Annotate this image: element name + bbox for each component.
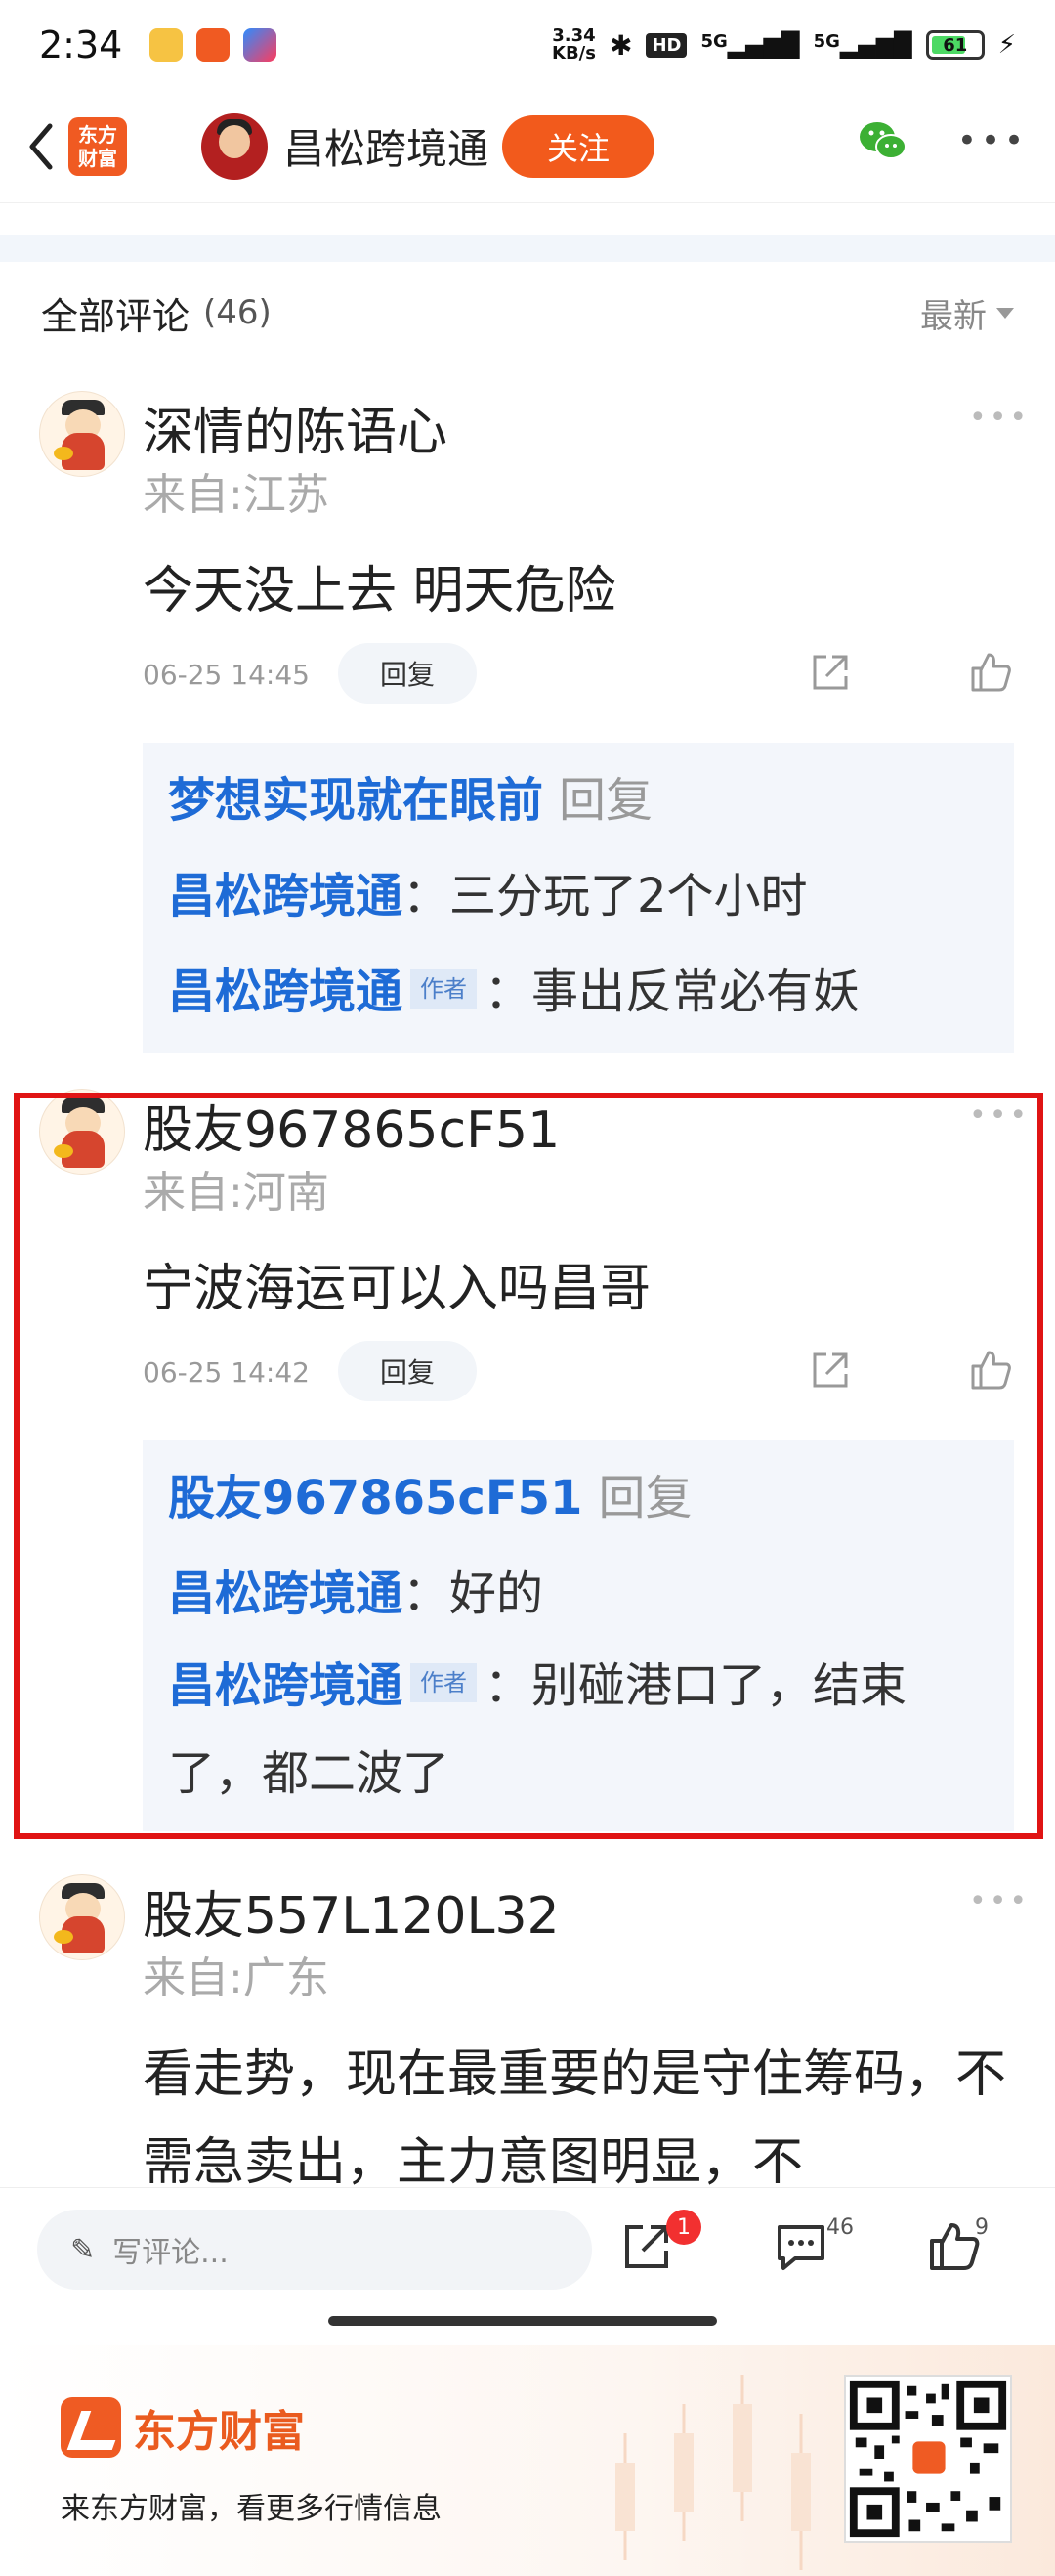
- status-app-icons: [149, 28, 277, 62]
- more-options-icon[interactable]: •••: [957, 111, 1024, 170]
- sim2-label: 5G: [813, 31, 840, 52]
- qr-code-icon: [844, 2375, 1012, 2543]
- comment-text: 今天没上去 明天危险: [143, 562, 616, 621]
- status-right: 3.34 KB/s ✱ HD 5G▂▄▆█ 5G▂▄▆█ 61 ⚡: [552, 27, 1016, 63]
- comments-count: (46): [203, 293, 272, 332]
- reply-text: ：三分玩了2个小时: [402, 869, 808, 923]
- comment-location: 来自:江苏: [143, 470, 329, 520]
- author-avatar[interactable]: [201, 112, 268, 180]
- comment-text: 看走势，现在最重要的是守住筹码，不需急卖出，主力意图明显，不: [143, 2045, 1007, 2187]
- charging-icon: ⚡: [997, 30, 1016, 60]
- footer-brand: 东方财富: [133, 2407, 305, 2457]
- eastmoney-app-icon: [196, 28, 231, 62]
- status-time: 2:34: [39, 23, 123, 66]
- sim1-label: 5G: [700, 31, 728, 52]
- bottom-action-bar: ✎ 写评论... 1 46 9: [0, 2187, 1055, 2316]
- comment-bubble-icon[interactable]: [772, 2217, 830, 2276]
- dropdown-arrow-icon: [996, 307, 1014, 319]
- comment-more-icon[interactable]: •••: [969, 1884, 1030, 1918]
- author-name[interactable]: 昌松跨境通: [283, 116, 488, 176]
- net-speed: 3.34 KB/s: [552, 27, 596, 63]
- comments-title: 全部评论: [41, 294, 190, 338]
- like-count: 9: [975, 2215, 989, 2240]
- comment-item: 深情的陈语心 ••• 来自:江苏 今天没上去 明天危险 06-25 14:45 …: [0, 391, 1055, 1053]
- write-comment-placeholder: 写评论...: [112, 2236, 229, 2270]
- net-speed-unit: KB/s: [552, 43, 596, 64]
- comment-item: 股友557L120L32 ••• 来自:广东 看走势，现在最重要的是守住筹码，不…: [0, 1874, 1055, 2187]
- write-comment-input[interactable]: ✎ 写评论...: [37, 2210, 592, 2290]
- eastmoney-logo[interactable]: 东方 财富: [68, 116, 127, 176]
- video-app-icon: [243, 28, 277, 62]
- comment-username[interactable]: 深情的陈语心: [143, 391, 447, 464]
- follow-button[interactable]: 关注: [502, 114, 655, 178]
- reply-username[interactable]: 昌松跨境通: [168, 965, 402, 1019]
- reply-suffix: 回复: [559, 773, 654, 828]
- comment-more-icon[interactable]: •••: [969, 401, 1030, 435]
- battery-icon: 61: [925, 30, 985, 60]
- signal-icon-sim1: 5G▂▄▆█: [700, 31, 800, 59]
- back-button[interactable]: [21, 117, 61, 176]
- footer-slogan: 来东方财富，看更多行情信息: [61, 2492, 442, 2526]
- user-avatar[interactable]: [39, 1874, 125, 1960]
- user-avatar[interactable]: [39, 391, 125, 477]
- sort-label: 最新: [920, 296, 987, 336]
- reply-username[interactable]: 昌松跨境通: [168, 869, 402, 923]
- reply-item: 昌松跨境通：三分玩了2个小时: [168, 848, 989, 944]
- comment-count: 46: [826, 2215, 854, 2240]
- sort-dropdown[interactable]: 最新: [920, 289, 1014, 337]
- hd-badge: HD: [646, 32, 688, 58]
- signal-icon-sim2: 5G▂▄▆█: [813, 31, 912, 59]
- section-divider: [0, 235, 1055, 262]
- chevron-left-icon: [29, 123, 53, 169]
- thumbs-up-icon[interactable]: [967, 649, 1014, 696]
- footer-logo[interactable]: 东方财富: [61, 2396, 305, 2459]
- comments-header: 全部评论 (46) 最新: [0, 274, 1055, 352]
- thumbs-up-icon[interactable]: [924, 2217, 983, 2276]
- share-badge: 1: [666, 2210, 701, 2245]
- reply-button[interactable]: 回复: [338, 643, 477, 704]
- eastmoney-logo-icon: [61, 2397, 121, 2458]
- promo-footer: 东方财富 来东方财富，看更多行情信息: [0, 2345, 1055, 2576]
- highlight-box: [14, 1093, 1043, 1839]
- reply-text: ：事出反常必有妖: [485, 965, 861, 1019]
- comment-location: 来自:广东: [143, 1953, 329, 2003]
- share-icon[interactable]: [807, 649, 854, 696]
- reply-thread: 梦想实现就在眼前 回复 昌松跨境通：三分玩了2个小时 昌松跨境通 作者 ：事出反常必有…: [143, 743, 1014, 1053]
- candlestick-decoration: [615, 2375, 811, 2570]
- pencil-icon: ✎: [70, 2232, 96, 2267]
- comment-username[interactable]: 股友557L120L32: [143, 1874, 560, 1948]
- top-nav-bar: 东方 财富 昌松跨境通 关注 •••: [0, 90, 1055, 203]
- reply-item: 昌松跨境通 作者 ：事出反常必有妖: [168, 944, 989, 1040]
- reply-username[interactable]: 梦想实现就在眼前: [168, 773, 543, 828]
- bluetooth-icon: ✱: [609, 28, 633, 62]
- reply-header: 梦想实现就在眼前 回复: [168, 752, 989, 848]
- status-bar: 2:34 3.34 KB/s ✱ HD 5G▂▄▆█ 5G▂▄▆█ 61 ⚡: [0, 0, 1055, 90]
- wechat-share-icon[interactable]: [854, 111, 912, 170]
- author-tag-badge: 作者: [410, 969, 478, 1009]
- notes-app-icon: [149, 28, 184, 62]
- home-indicator[interactable]: [328, 2316, 717, 2326]
- comment-time: 06-25 14:45: [143, 659, 310, 691]
- battery-level: 61: [943, 34, 968, 56]
